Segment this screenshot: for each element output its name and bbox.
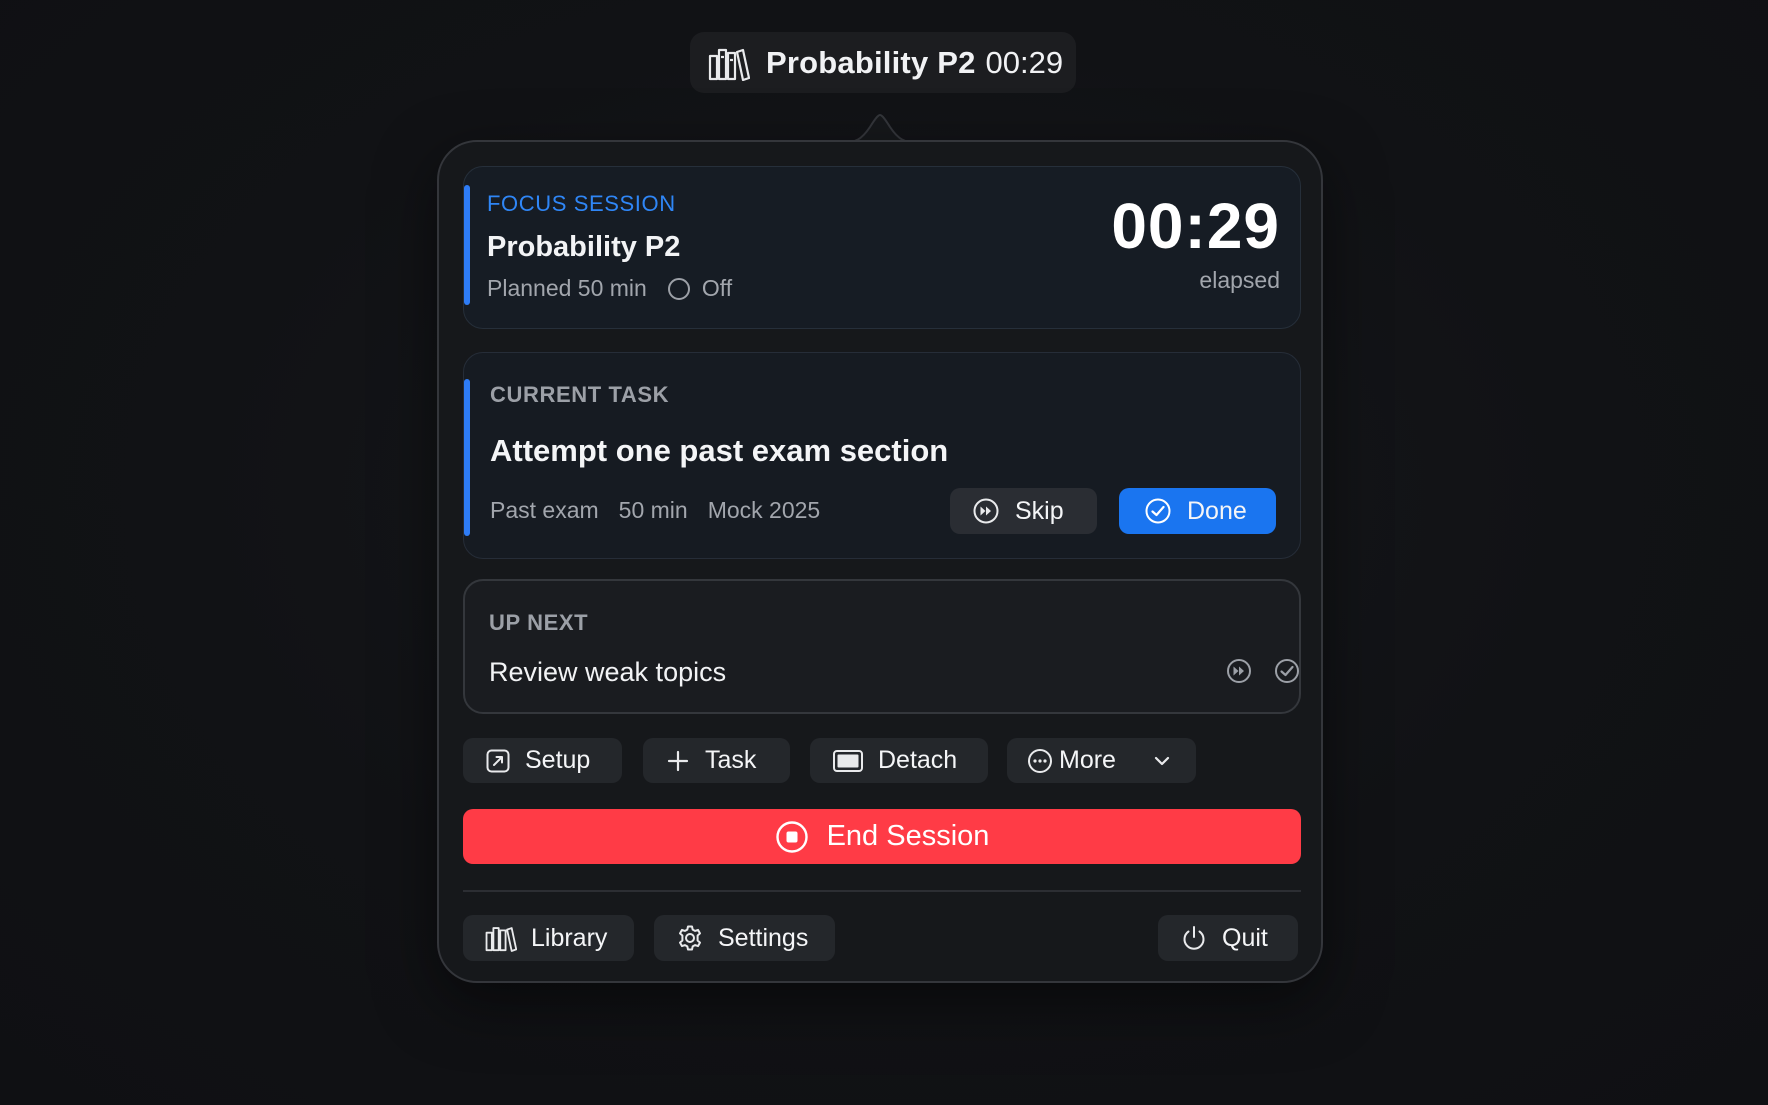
setup-label: Setup	[525, 746, 591, 774]
focus-session-meta: Planned 50 min Off	[487, 275, 732, 302]
add-task-button[interactable]: Task	[643, 738, 790, 783]
stop-circle-icon	[775, 820, 808, 853]
quit-label: Quit	[1222, 923, 1268, 952]
open-external-icon	[486, 749, 510, 772]
more-menu-button[interactable]: More	[1007, 738, 1196, 783]
end-session-button[interactable]: End Session	[463, 809, 1301, 864]
task-label: Task	[705, 746, 757, 774]
menubar-title: Probability P2	[766, 44, 976, 80]
menubar-timer: 00:29	[985, 44, 1064, 80]
session-popover: FOCUS SESSION Probability P2 Planned 50 …	[437, 140, 1323, 983]
current-task-title: Attempt one past exam section	[490, 433, 949, 468]
library-label: Library	[531, 923, 608, 952]
popover-arrow	[840, 113, 920, 145]
elapsed-label: elapsed	[1199, 267, 1280, 293]
window-icon	[833, 749, 863, 772]
skip-label: Skip	[1015, 496, 1064, 525]
reminder-toggle-state: Off	[701, 275, 733, 301]
books-icon	[708, 45, 750, 81]
task-tag: 50 min	[618, 497, 688, 523]
check-circle-icon	[1145, 498, 1171, 524]
up-next-card: UP NEXT Review weak topics	[463, 579, 1301, 714]
current-task-tags: Past exam 50 min Mock 2025	[490, 497, 820, 524]
reminder-toggle[interactable]	[667, 277, 690, 300]
more-icon	[1028, 748, 1052, 773]
up-next-label: UP NEXT	[489, 610, 589, 635]
detach-button[interactable]: Detach	[810, 738, 988, 783]
focus-session-card: FOCUS SESSION Probability P2 Planned 50 …	[463, 166, 1301, 329]
elapsed-timer: 00:29	[1111, 190, 1280, 262]
skip-icon	[973, 498, 999, 524]
task-tag: Mock 2025	[707, 497, 821, 523]
divider	[463, 890, 1301, 892]
skip-button[interactable]: Skip	[950, 488, 1097, 534]
focus-session-title: Probability P2	[487, 231, 681, 263]
done-button[interactable]: Done	[1119, 488, 1276, 534]
current-task-label: CURRENT TASK	[490, 382, 670, 407]
books-icon	[485, 927, 517, 952]
done-label: Done	[1187, 496, 1247, 525]
more-label: More	[1059, 746, 1116, 774]
task-tag: Past exam	[490, 497, 599, 523]
detach-label: Detach	[878, 746, 958, 774]
end-session-label: End Session	[826, 820, 990, 852]
skip-icon[interactable]	[1225, 657, 1253, 685]
current-task-card: CURRENT TASK Attempt one past exam secti…	[463, 352, 1301, 559]
library-button[interactable]: Library	[463, 915, 634, 961]
chevron-down-icon	[1154, 756, 1170, 765]
focus-session-label: FOCUS SESSION	[487, 191, 676, 216]
settings-label: Settings	[718, 923, 809, 952]
menubar-status-item[interactable]: Probability P2 00:29	[690, 32, 1076, 93]
check-circle-icon[interactable]	[1273, 657, 1301, 685]
accent-bar	[464, 379, 470, 536]
planned-duration: Planned 50 min	[487, 275, 647, 301]
gear-icon	[679, 925, 701, 951]
power-icon	[1183, 926, 1205, 950]
plus-icon	[667, 750, 689, 771]
quit-button[interactable]: Quit	[1158, 915, 1298, 961]
settings-button[interactable]: Settings	[654, 915, 835, 961]
up-next-title: Review weak topics	[489, 657, 727, 687]
accent-bar	[464, 185, 470, 305]
setup-button[interactable]: Setup	[463, 738, 622, 783]
